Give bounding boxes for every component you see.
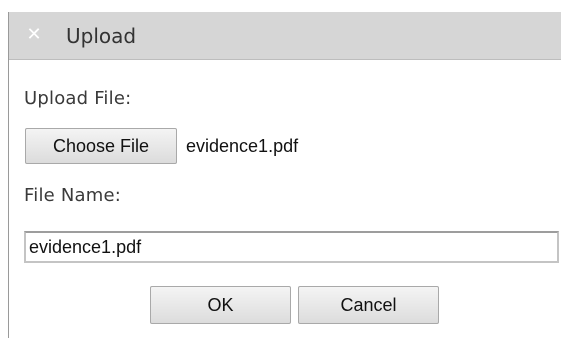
file-name-input[interactable] [24,231,559,263]
dialog-titlebar: ✕ Upload [9,12,561,60]
close-icon[interactable]: ✕ [24,25,44,45]
ok-button[interactable]: OK [150,286,291,324]
upload-file-label: Upload File: [24,88,132,109]
file-name-label: File Name: [24,185,122,206]
cancel-button[interactable]: Cancel [298,286,439,324]
dialog-title: Upload [66,24,137,48]
chosen-file-name: evidence1.pdf [186,136,299,156]
upload-dialog: ✕ Upload Upload File: Choose File eviden… [8,12,561,338]
choose-file-button[interactable]: Choose File [25,128,177,164]
